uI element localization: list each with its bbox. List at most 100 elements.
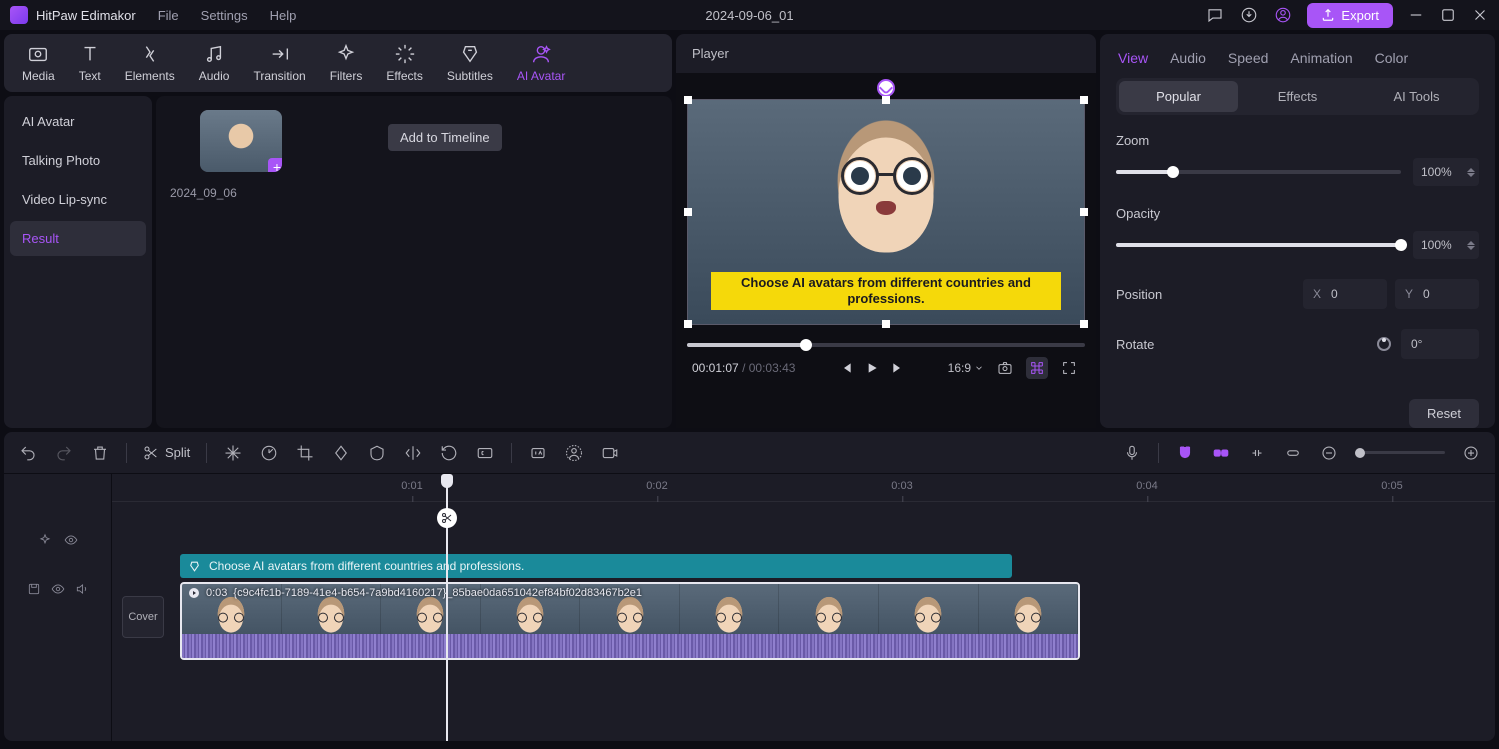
- minimize-icon[interactable]: [1407, 6, 1425, 24]
- side-ai-avatar[interactable]: AI Avatar: [10, 104, 146, 139]
- fit-icon[interactable]: [1283, 443, 1303, 463]
- maximize-icon[interactable]: [1439, 6, 1457, 24]
- menu-file[interactable]: File: [158, 8, 179, 23]
- tab-media[interactable]: Media: [10, 34, 67, 92]
- position-y-input[interactable]: Y0: [1395, 279, 1479, 309]
- tracks-area[interactable]: 0:01 0:02 0:03 0:04 0:05 Choose AI avata…: [112, 474, 1495, 741]
- fullscreen-icon[interactable]: [1058, 357, 1080, 379]
- zoom-in-icon[interactable]: [1461, 443, 1481, 463]
- rotate-handle-icon[interactable]: [877, 79, 895, 97]
- subtab-popular[interactable]: Popular: [1119, 81, 1238, 112]
- proptab-color[interactable]: Color: [1375, 50, 1408, 66]
- opacity-slider[interactable]: [1116, 243, 1401, 247]
- next-frame-icon[interactable]: [890, 360, 906, 376]
- proptab-view[interactable]: View: [1118, 50, 1148, 66]
- proptab-animation[interactable]: Animation: [1290, 50, 1352, 66]
- record-icon[interactable]: [600, 443, 620, 463]
- eye-icon[interactable]: [64, 533, 78, 547]
- snapshot-icon[interactable]: [994, 357, 1016, 379]
- tab-audio[interactable]: Audio: [187, 34, 242, 92]
- freeze-icon[interactable]: [223, 443, 243, 463]
- zoom-slider[interactable]: [1116, 170, 1401, 174]
- close-icon[interactable]: [1471, 6, 1489, 24]
- resize-handle[interactable]: [684, 96, 692, 104]
- resize-handle[interactable]: [684, 320, 692, 328]
- speed-icon[interactable]: [259, 443, 279, 463]
- undo-icon[interactable]: [18, 443, 38, 463]
- ai-icon[interactable]: [528, 443, 548, 463]
- playhead[interactable]: [446, 474, 448, 741]
- opacity-value[interactable]: 100%: [1413, 231, 1479, 259]
- asset-card[interactable]: + 2024_09_06: [170, 110, 290, 200]
- download-icon[interactable]: [1239, 5, 1259, 25]
- rotate-icon[interactable]: [439, 443, 459, 463]
- tab-elements[interactable]: Elements: [113, 34, 187, 92]
- resize-handle[interactable]: [1080, 320, 1088, 328]
- marker-icon[interactable]: [1247, 443, 1267, 463]
- subtab-effects[interactable]: Effects: [1238, 81, 1357, 112]
- preview-frame[interactable]: Choose AI avatars from different countri…: [687, 99, 1085, 325]
- play-icon[interactable]: [864, 360, 880, 376]
- tab-ai-avatar[interactable]: AI Avatar: [505, 34, 577, 92]
- prev-frame-icon[interactable]: [838, 360, 854, 376]
- asset-thumbnail[interactable]: +: [200, 110, 282, 172]
- playhead-split-icon[interactable]: [437, 508, 457, 528]
- sparkle-icon[interactable]: [38, 533, 52, 547]
- position-x-input[interactable]: X0: [1303, 279, 1387, 309]
- side-video-lipsync[interactable]: Video Lip-sync: [10, 182, 146, 217]
- redo-icon[interactable]: [54, 443, 74, 463]
- zoom-slider[interactable]: [1355, 451, 1445, 454]
- stepper-down-icon[interactable]: [1467, 173, 1475, 177]
- scrub-bar[interactable]: [687, 343, 1085, 347]
- export-button[interactable]: Export: [1307, 3, 1393, 28]
- proptab-speed[interactable]: Speed: [1228, 50, 1268, 66]
- resize-handle[interactable]: [684, 208, 692, 216]
- mirror-icon[interactable]: [403, 443, 423, 463]
- subtab-aitools[interactable]: AI Tools: [1357, 81, 1476, 112]
- resize-handle[interactable]: [882, 96, 890, 104]
- delete-icon[interactable]: [90, 443, 110, 463]
- subtitle-clip[interactable]: Choose AI avatars from different countri…: [180, 554, 1012, 578]
- tab-transition[interactable]: Transition: [241, 34, 317, 92]
- time-ruler[interactable]: 0:01 0:02 0:03 0:04 0:05: [112, 474, 1495, 502]
- menu-settings[interactable]: Settings: [201, 8, 248, 23]
- zoom-value[interactable]: 100%: [1413, 158, 1479, 186]
- side-talking-photo[interactable]: Talking Photo: [10, 143, 146, 178]
- account-icon[interactable]: [1273, 5, 1293, 25]
- resize-handle[interactable]: [1080, 96, 1088, 104]
- split-button[interactable]: Split: [143, 445, 190, 461]
- scrub-handle[interactable]: [800, 339, 812, 351]
- safezone-icon[interactable]: [1026, 357, 1048, 379]
- stepper-up-icon[interactable]: [1467, 241, 1475, 245]
- reset-button[interactable]: Reset: [1409, 399, 1479, 428]
- stepper-up-icon[interactable]: [1467, 168, 1475, 172]
- tab-filters[interactable]: Filters: [318, 34, 375, 92]
- voiceover-icon[interactable]: [1122, 443, 1142, 463]
- mute-icon[interactable]: [75, 582, 89, 596]
- link-icon[interactable]: [1211, 443, 1231, 463]
- menu-help[interactable]: Help: [270, 8, 297, 23]
- feedback-icon[interactable]: [1205, 5, 1225, 25]
- magnet-icon[interactable]: [1175, 443, 1195, 463]
- side-result[interactable]: Result: [10, 221, 146, 256]
- add-to-timeline-icon[interactable]: +: [268, 158, 282, 172]
- resize-handle[interactable]: [882, 320, 890, 328]
- mask-icon[interactable]: [367, 443, 387, 463]
- resize-handle[interactable]: [1080, 208, 1088, 216]
- video-clip[interactable]: 0:03 {c9c4fc1b-7189-41e4-b654-7a9bd41602…: [180, 582, 1080, 660]
- keyframe-icon[interactable]: [331, 443, 351, 463]
- ai-portrait-icon[interactable]: [564, 443, 584, 463]
- caption-icon[interactable]: [475, 443, 495, 463]
- tab-effects[interactable]: Effects: [374, 34, 434, 92]
- stepper-down-icon[interactable]: [1467, 246, 1475, 250]
- rotate-input[interactable]: 0°: [1401, 329, 1479, 359]
- zoom-out-icon[interactable]: [1319, 443, 1339, 463]
- tab-subtitles[interactable]: Subtitles: [435, 34, 505, 92]
- eye-icon[interactable]: [51, 582, 65, 596]
- tab-text[interactable]: Text: [67, 34, 113, 92]
- aspect-ratio-button[interactable]: 16:9: [948, 361, 984, 375]
- save-icon[interactable]: [27, 582, 41, 596]
- rotate-dial-icon[interactable]: [1377, 337, 1391, 351]
- crop-icon[interactable]: [295, 443, 315, 463]
- proptab-audio[interactable]: Audio: [1170, 50, 1206, 66]
